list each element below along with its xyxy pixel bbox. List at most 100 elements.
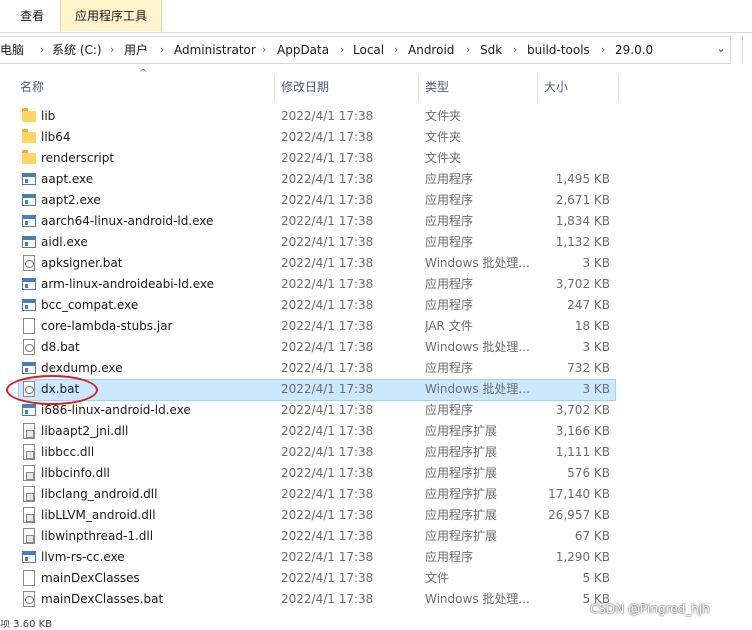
file-name: aapt.exe — [41, 172, 94, 186]
file-type: 应用程序扩展 — [425, 466, 498, 480]
breadcrumb-item[interactable]: Administrator — [174, 37, 256, 63]
file-size: 3,166 KB — [555, 424, 610, 438]
file-size — [540, 148, 610, 169]
file-row[interactable]: libwinpthread-1.dll 2022/4/1 17:38 应用程序扩展 6… — [0, 526, 752, 547]
file-row[interactable]: bcc_compat.exe 2022/4/1 17:38 应用程序 247 KB — [0, 295, 752, 316]
file-size: 3,702 KB — [555, 277, 610, 291]
chevron-down-icon[interactable]: ⌄ — [712, 36, 730, 62]
breadcrumb-item[interactable]: 电脑 — [0, 37, 24, 63]
file-row[interactable]: apksigner.bat 2022/4/1 17:38 Windows 批处理..… — [0, 253, 752, 274]
file-name: mainDexClasses.bat — [41, 592, 164, 606]
file-type: Windows 批处理... — [425, 340, 530, 354]
ribbon-tabs: 查看 应用程序工具 — [0, 0, 752, 33]
file-row[interactable]: d8.bat 2022/4/1 17:38 Windows 批处理... 3 KB — [0, 337, 752, 358]
column-header-size[interactable]: 大小 — [544, 72, 568, 102]
file-row[interactable]: arm-linux-androideabi-ld.exe 2022/4/1 17:… — [0, 274, 752, 295]
file-date: 2022/4/1 17:38 — [281, 319, 374, 333]
column-header-row: 名称 修改日期 类型 大小 — [0, 72, 752, 102]
file-row[interactable]: mainDexClasses 2022/4/1 17:38 文件 5 KB — [0, 568, 752, 589]
breadcrumb-separator-icon[interactable]: › — [466, 37, 470, 63]
file-row[interactable]: aapt.exe 2022/4/1 17:38 应用程序 1,495 KB — [0, 169, 752, 190]
file-date: 2022/4/1 17:38 — [281, 172, 374, 186]
file-date: 2022/4/1 17:38 — [281, 151, 374, 165]
file-row[interactable]: aapt2.exe 2022/4/1 17:38 应用程序 2,671 KB — [0, 190, 752, 211]
file-type: 应用程序扩展 — [425, 487, 498, 501]
column-divider[interactable] — [618, 74, 619, 102]
watermark: CSDN @Pingred_hjh — [590, 602, 710, 616]
file-size: 3 KB — [582, 382, 610, 396]
breadcrumb-separator-icon[interactable]: › — [40, 37, 44, 63]
exe-icon — [22, 362, 36, 374]
file-name: core-lambda-stubs.jar — [41, 319, 173, 333]
breadcrumb-item[interactable]: 用户 — [124, 37, 148, 63]
bat-icon — [23, 339, 35, 355]
breadcrumb-item[interactable]: Local — [353, 37, 384, 63]
breadcrumb-item[interactable]: Android — [408, 37, 454, 63]
breadcrumb-separator-icon[interactable]: › — [160, 37, 164, 63]
column-header-type[interactable]: 类型 — [425, 72, 449, 102]
file-size: 3,702 KB — [555, 403, 610, 417]
tab-application-tools[interactable]: 应用程序工具 — [60, 0, 162, 31]
file-row[interactable]: lib 2022/4/1 17:38 文件夹 — [0, 106, 752, 127]
file-row[interactable]: dexdump.exe 2022/4/1 17:38 应用程序 732 KB — [0, 358, 752, 379]
file-type: 应用程序 — [425, 172, 474, 186]
file-size: 3 KB — [582, 340, 610, 354]
breadcrumb-item[interactable]: AppData — [277, 37, 329, 63]
file-name: libLLVM_android.dll — [41, 508, 156, 522]
file-row[interactable]: aidl.exe 2022/4/1 17:38 应用程序 1,132 KB — [0, 232, 752, 253]
file-date: 2022/4/1 17:38 — [281, 571, 374, 585]
file-type: 应用程序扩展 — [425, 445, 498, 459]
file-row[interactable]: dx.bat 2022/4/1 17:38 Windows 批处理... 3 KB — [0, 379, 752, 401]
file-row[interactable]: i686-linux-android-ld.exe 2022/4/1 17:38 应… — [0, 400, 752, 421]
breadcrumb-separator-icon[interactable]: › — [110, 37, 114, 63]
file-size: 1,495 KB — [555, 172, 610, 186]
file-row[interactable]: llvm-rs-cc.exe 2022/4/1 17:38 应用程序 1,290 KB — [0, 547, 752, 568]
breadcrumb-separator-icon[interactable]: › — [394, 37, 398, 63]
file-size: 247 KB — [567, 298, 610, 312]
file-type: 应用程序扩展 — [425, 508, 498, 522]
folder-icon — [22, 150, 36, 164]
file-name: libclang_android.dll — [41, 487, 158, 501]
file-row[interactable]: libclang_android.dll 2022/4/1 17:38 应用程序扩展… — [0, 484, 752, 505]
file-size: 576 KB — [567, 466, 610, 480]
file-row[interactable]: libLLVM_android.dll 2022/4/1 17:38 应用程序扩展 2… — [0, 505, 752, 526]
file-row[interactable]: libaapt2_jni.dll 2022/4/1 17:38 应用程序扩展 3,16… — [0, 421, 752, 442]
file-icon — [23, 318, 35, 334]
file-row[interactable]: aarch64-linux-android-ld.exe 2022/4/1 17:… — [0, 211, 752, 232]
breadcrumb-separator-icon[interactable]: › — [513, 37, 517, 63]
column-header-date[interactable]: 修改日期 — [281, 72, 329, 102]
file-type: 应用程序 — [425, 277, 474, 291]
column-divider[interactable] — [418, 74, 419, 102]
breadcrumb-item[interactable]: Sdk — [480, 37, 502, 63]
breadcrumb-item[interactable]: build-tools — [527, 37, 590, 63]
column-header-name[interactable]: 名称 — [20, 72, 44, 102]
file-row[interactable]: lib64 2022/4/1 17:38 文件夹 — [0, 127, 752, 148]
file-row[interactable]: core-lambda-stubs.jar 2022/4/1 17:38 JAR 文… — [0, 316, 752, 337]
breadcrumb-separator-icon[interactable]: › — [262, 37, 266, 63]
breadcrumb-item[interactable]: 系统 (C:) — [52, 37, 102, 63]
file-type: 应用程序 — [425, 361, 474, 375]
file-date: 2022/4/1 17:38 — [281, 550, 374, 564]
file-type: 文件 — [425, 571, 450, 585]
file-type: 应用程序 — [425, 235, 474, 249]
address-bar[interactable]: 电脑 › 系统 (C:) › 用户 › Administrator › AppData › Loca… — [0, 36, 752, 64]
file-date: 2022/4/1 17:38 — [281, 487, 374, 501]
file-date: 2022/4/1 17:38 — [281, 382, 374, 396]
file-row[interactable]: libbcinfo.dll 2022/4/1 17:38 应用程序扩展 576 KB — [0, 463, 752, 484]
file-name: apksigner.bat — [41, 256, 123, 270]
column-divider[interactable] — [537, 74, 538, 102]
file-type: Windows 批处理... — [425, 256, 530, 270]
column-divider[interactable] — [274, 74, 275, 102]
file-type: 应用程序扩展 — [425, 424, 498, 438]
file-row[interactable]: renderscript 2022/4/1 17:38 文件夹 — [0, 148, 752, 169]
breadcrumb-separator-icon[interactable]: › — [340, 37, 344, 63]
tab-view[interactable]: 查看 — [8, 0, 56, 32]
file-row[interactable]: libbcc.dll 2022/4/1 17:38 应用程序扩展 1,111 KB — [0, 442, 752, 463]
breadcrumb-item[interactable]: 29.0.0 — [615, 37, 653, 63]
file-size: 67 KB — [574, 529, 610, 543]
breadcrumb-separator-icon[interactable]: › — [601, 37, 605, 63]
refresh-button-edge[interactable] — [742, 36, 752, 64]
file-size — [540, 127, 610, 148]
file-name: llvm-rs-cc.exe — [41, 550, 125, 564]
exe-icon — [22, 299, 36, 311]
